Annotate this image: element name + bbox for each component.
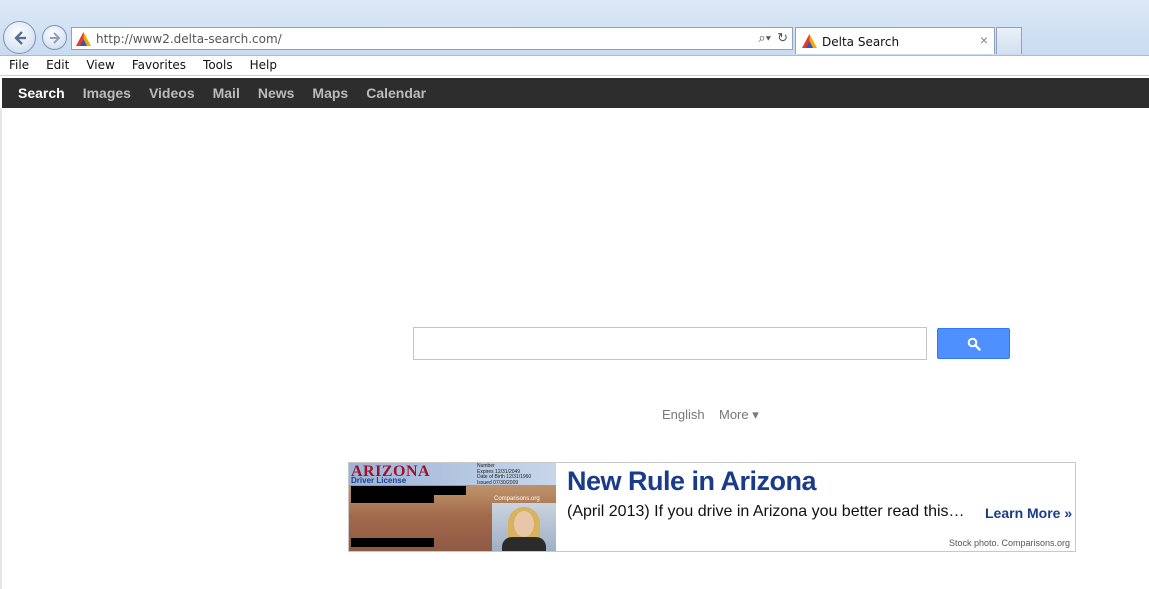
magnifier-icon [967, 337, 981, 351]
photo-face [514, 511, 534, 537]
address-tools: ⌕▾ ↻ [758, 30, 788, 46]
nav-news[interactable]: News [258, 85, 295, 101]
menu-edit[interactable]: Edit [37, 56, 77, 76]
nav-mail[interactable]: Mail [213, 85, 240, 101]
tab-delta-search[interactable]: Delta Search × [795, 27, 995, 54]
menu-help[interactable]: Help [241, 56, 285, 76]
forward-button[interactable] [42, 25, 67, 50]
new-tab-button[interactable] [996, 27, 1022, 54]
license-subtitle: Driver License [351, 476, 407, 485]
photo-shirt [502, 537, 546, 551]
search-button[interactable] [937, 328, 1010, 359]
delta-logo-icon [802, 34, 817, 48]
search-dropdown-icon[interactable]: ⌕▾ [758, 30, 771, 46]
nav-calendar[interactable]: Calendar [366, 85, 426, 101]
license-field: Issued 07/30/2009 [477, 479, 519, 486]
browser-chrome: http://www2.delta-search.com/ ⌕▾ ↻ Delta… [0, 0, 1149, 56]
menu-bar: File Edit View Favorites Tools Help [0, 56, 1149, 76]
ad-image-arizona-license[interactable]: ARIZONA Driver License Number Expires 12… [349, 463, 556, 551]
language-english[interactable]: English [662, 407, 705, 422]
ad-credit: Stock photo. Comparisons.org [948, 538, 1070, 548]
redaction-bar [351, 494, 434, 503]
redaction-bar [351, 538, 434, 547]
top-navbar: Search Images Videos Mail News Maps Cale… [2, 78, 1149, 108]
license-photo [492, 503, 556, 551]
language-more-dropdown[interactable]: More ▾ [719, 407, 759, 423]
address-url[interactable]: http://www2.delta-search.com/ [96, 32, 282, 46]
license-fields: Number Expires 12/31/2049 Date of Birth … [477, 463, 531, 486]
menu-file[interactable]: File [0, 56, 37, 76]
ad-title[interactable]: New Rule in Arizona [567, 466, 817, 497]
nav-search[interactable]: Search [18, 85, 65, 101]
learn-more-link[interactable]: Learn More » [985, 505, 1072, 521]
address-bar[interactable]: http://www2.delta-search.com/ ⌕▾ ↻ [71, 27, 793, 50]
menu-favorites[interactable]: Favorites [123, 56, 194, 76]
refresh-icon[interactable]: ↻ [777, 30, 788, 46]
tab-title: Delta Search [822, 35, 900, 49]
menu-tools[interactable]: Tools [194, 56, 241, 76]
menu-view[interactable]: View [77, 56, 122, 76]
search-input[interactable] [413, 327, 927, 360]
ad-text[interactable]: (April 2013) If you drive in Arizona you… [567, 503, 965, 521]
ad-banner[interactable]: ARIZONA Driver License Number Expires 12… [348, 462, 1076, 552]
close-tab-icon[interactable]: × [980, 32, 988, 48]
nav-videos[interactable]: Videos [149, 85, 195, 101]
delta-logo-icon [76, 32, 91, 46]
back-button[interactable] [3, 21, 36, 54]
page-left-border [0, 108, 2, 589]
license-watermark: Comparisons.org [494, 496, 540, 502]
nav-images[interactable]: Images [83, 85, 131, 101]
nav-maps[interactable]: Maps [312, 85, 348, 101]
arrow-right-icon [49, 31, 60, 44]
arrow-left-icon [13, 30, 26, 45]
